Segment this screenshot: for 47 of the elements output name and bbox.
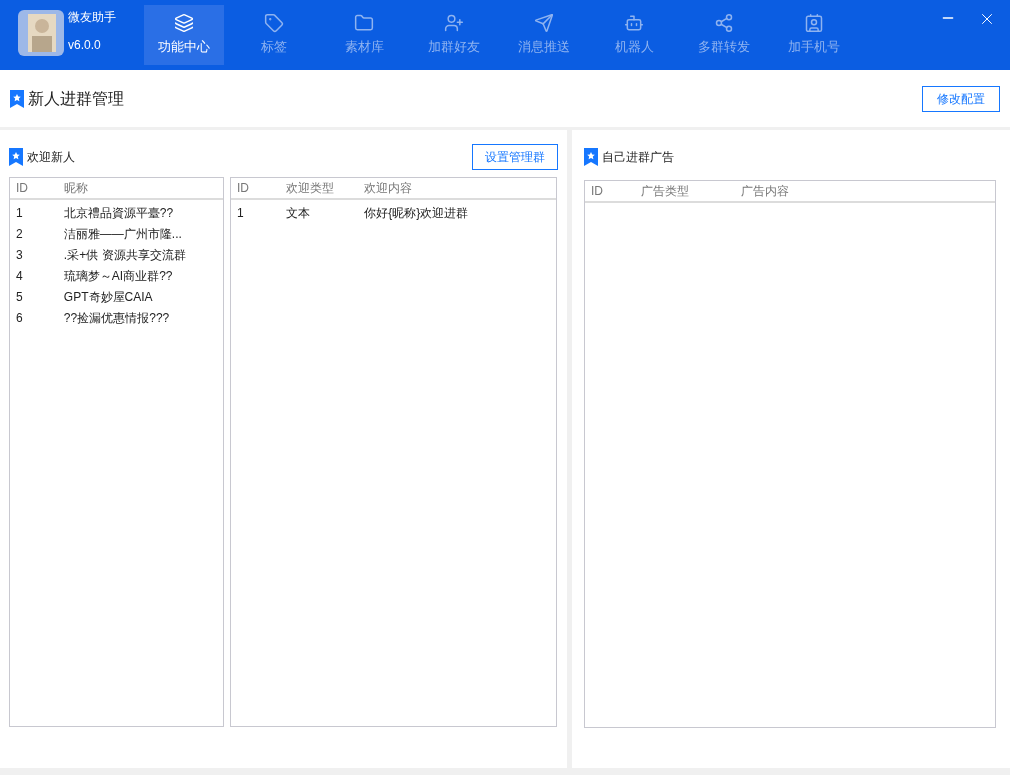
user-plus-icon — [444, 13, 464, 34]
page-title: 新人进群管理 — [28, 88, 124, 109]
column-header: ID — [237, 180, 250, 197]
table-cell-text: 洁丽雅——广州市隆... — [63, 225, 183, 243]
nav-tab[interactable]: 消息推送 — [504, 5, 584, 65]
table-cell-text: 你好{昵称}欢迎进群 — [364, 204, 470, 222]
bookmark-star-icon — [584, 148, 598, 166]
set-admin-group-button[interactable]: 设置管理群 — [472, 143, 558, 170]
nav-tab[interactable]: 加群好友 — [414, 5, 494, 65]
table-cell-text: 2 — [16, 225, 24, 243]
table-cell-text: .采+供 资源共享交流群 — [63, 246, 187, 264]
app-version: v6.0.0 — [68, 37, 102, 54]
contact-icon — [804, 13, 824, 34]
table-cell-text: 1 — [16, 204, 24, 222]
column-header: ID — [591, 183, 604, 200]
share-icon — [714, 13, 734, 34]
nav-tab[interactable]: 功能中心 — [144, 5, 224, 65]
table-cell-text: 琉璃梦～AI商业群?? — [63, 267, 174, 285]
layers-icon — [174, 13, 194, 34]
column-header: 欢迎内容 — [364, 180, 414, 197]
table-cell-text: 文本 — [285, 204, 311, 222]
table-cell-text: GPT奇妙屋CAIA — [63, 288, 154, 306]
nav-tab[interactable]: 标签 — [234, 5, 314, 65]
bookmark-star-icon — [10, 89, 24, 108]
table-cell-text: 5 — [16, 288, 24, 306]
nav-tab[interactable]: 多群转发 — [684, 5, 764, 65]
column-header: ID — [16, 180, 29, 197]
edit-config-button[interactable]: 修改配置 — [922, 85, 1000, 112]
table-cell-text: 6 — [16, 309, 24, 327]
column-header: 昵称 — [63, 180, 89, 197]
tag-icon — [264, 13, 284, 34]
bookmark-star-icon — [9, 147, 23, 166]
send-icon — [534, 13, 554, 34]
nav-tab[interactable]: 素材库 — [324, 5, 404, 65]
column-header: 广告类型 — [641, 183, 690, 200]
column-header: 欢迎类型 — [285, 180, 335, 197]
table-cell-text: ??捡漏优惠情报??? — [63, 309, 171, 327]
section-title: 自己进群广告 — [602, 149, 674, 166]
section-title: 欢迎新人 — [27, 148, 75, 166]
app-name: 微友助手 — [68, 9, 116, 26]
nav-tab[interactable]: 加手机号 — [774, 5, 854, 65]
nav-tab[interactable]: 机器人 — [594, 5, 674, 65]
table-cell-text: 4 — [16, 267, 24, 285]
table-cell-text: 北京禮品資源平臺?? — [63, 204, 175, 222]
table-cell-text: 1 — [237, 204, 245, 222]
table-cell-text: 3 — [16, 246, 24, 264]
column-header: 广告内容 — [741, 183, 790, 200]
